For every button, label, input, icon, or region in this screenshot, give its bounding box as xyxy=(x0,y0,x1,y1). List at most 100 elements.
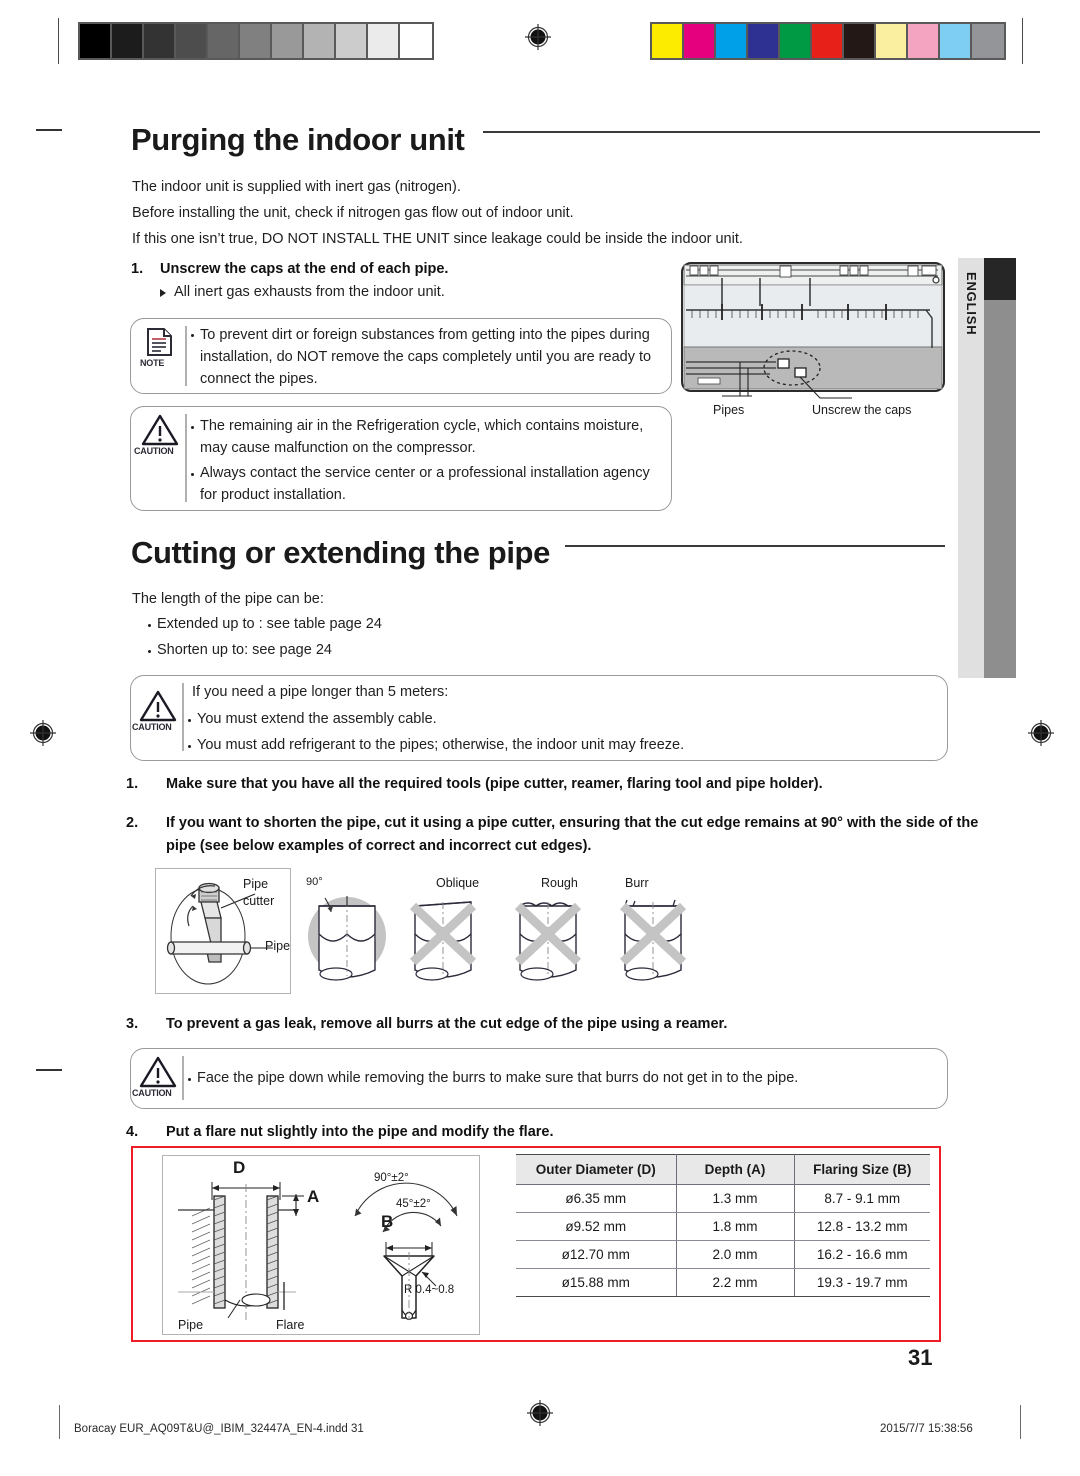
color-swatch-1 xyxy=(684,24,716,58)
intro-line-1: The indoor unit is supplied with inert g… xyxy=(132,179,461,195)
step1-text: Unscrew the caps at the end of each pipe… xyxy=(160,261,449,277)
caution-1-b1-line-1: The remaining air in the Refrigeration c… xyxy=(200,418,644,434)
flare-angle-inner: 45°±2° xyxy=(396,1198,431,1210)
cut-step-1-number: 1. xyxy=(126,776,139,792)
color-swatch-6 xyxy=(844,24,876,58)
color-swatch-9 xyxy=(940,24,972,58)
table-cell-flaring-size: 16.2 - 16.6 mm xyxy=(794,1240,930,1269)
cut-example-oblique xyxy=(403,888,483,995)
caution-2-icon-label: CAUTION xyxy=(132,722,172,732)
caution-box-1-divider xyxy=(185,414,187,502)
footer-filename: Boracay EUR_AQ09T&U@_IBIM_32447A_EN-4.in… xyxy=(74,1423,364,1435)
triangle-bullet-icon xyxy=(160,289,166,297)
table-header-depth: Depth (A) xyxy=(676,1154,795,1185)
footer-timestamp: 2015/7/7 15:38:56 xyxy=(880,1423,973,1435)
title-rule-2 xyxy=(565,545,945,547)
title-rule-1 xyxy=(483,131,1040,133)
page-title-cutting: Cutting or extending the pipe xyxy=(131,535,550,570)
registration-mark-right xyxy=(1028,720,1054,746)
color-swatch-2 xyxy=(716,24,748,58)
cut-step-1-text: Make sure that you have all the required… xyxy=(166,776,823,792)
color-swatch-8 xyxy=(908,24,940,58)
color-calibration-bar xyxy=(650,22,1006,60)
color-swatch-3 xyxy=(748,24,780,58)
cut-step-3-text: To prevent a gas leak, remove all burrs … xyxy=(166,1016,728,1032)
table-cell-depth: 2.0 mm xyxy=(676,1240,795,1269)
color-swatch-4 xyxy=(780,24,812,58)
caution-2-bullet-2-icon xyxy=(188,745,191,748)
table-cell-flaring-size: 8.7 - 9.1 mm xyxy=(794,1184,930,1213)
illustration-label-pipes: Pipes xyxy=(713,403,745,417)
flare-label-pipe: Pipe xyxy=(178,1318,204,1332)
indoor-unit-illustration xyxy=(680,258,950,408)
calibration-tick-right xyxy=(1022,18,1023,64)
caution-3-bullet-icon xyxy=(188,1078,191,1081)
table-cell-depth: 2.2 mm xyxy=(676,1268,795,1297)
caution-1-b2-line-2: for product installation. xyxy=(200,487,346,503)
table-cell-outer-diameter: ø6.35 mm xyxy=(516,1184,677,1213)
table-cell-flaring-size: 12.8 - 13.2 mm xyxy=(794,1212,930,1241)
cut-example-rough xyxy=(508,888,588,995)
cut-label-burr: Burr xyxy=(625,876,649,890)
note-line-3: connect the pipes. xyxy=(200,371,318,387)
flare-angle-outer: 90°±2° xyxy=(374,1172,409,1184)
flare-dimensions-table: Outer Diameter (D) Depth (A) Flaring Siz… xyxy=(516,1154,930,1297)
footer-rule-right xyxy=(1020,1405,1021,1439)
table-row: ø9.52 mm 1.8 mm 12.8 - 13.2 mm xyxy=(516,1212,930,1241)
color-swatch-0 xyxy=(652,24,684,58)
table-cell-depth: 1.8 mm xyxy=(676,1212,795,1241)
registration-mark-top xyxy=(525,24,551,50)
table-row: ø15.88 mm 2.2 mm 19.3 - 19.7 mm xyxy=(516,1268,930,1297)
illustration-label-unscrew-caps: Unscrew the caps xyxy=(812,403,912,417)
flare-diagram xyxy=(170,1160,470,1335)
note-bullet-icon xyxy=(191,334,194,337)
english-tab-mid-block xyxy=(984,300,1016,678)
registration-mark-bottom xyxy=(527,1400,553,1426)
grayscale-swatch-4 xyxy=(208,24,240,58)
label-pipe-cutter-line2: cutter xyxy=(243,894,275,908)
table-row: ø6.35 mm 1.3 mm 8.7 - 9.1 mm xyxy=(516,1184,930,1213)
cut-step-2-line-1: If you want to shorten the pipe, cut it … xyxy=(166,815,979,831)
cut-example-burr xyxy=(613,888,693,995)
note-line-2: installation, do NOT remove the caps com… xyxy=(200,349,652,365)
section2-bullet-2: Shorten up to: see page 24 xyxy=(157,642,332,658)
table-cell-depth: 1.3 mm xyxy=(676,1184,795,1213)
page-title-purging: Purging the indoor unit xyxy=(131,122,465,157)
caution-1-b2-line-1: Always contact the service center or a p… xyxy=(200,465,650,481)
color-swatch-10 xyxy=(972,24,1004,58)
grayscale-swatch-6 xyxy=(272,24,304,58)
caution-box-3-divider xyxy=(182,1056,184,1100)
caution-2-intro: If you need a pipe longer than 5 meters: xyxy=(192,684,449,700)
table-cell-outer-diameter: ø12.70 mm xyxy=(516,1240,677,1269)
flare-label-flare: Flare xyxy=(276,1318,305,1332)
color-swatch-7 xyxy=(876,24,908,58)
manual-page: Purging the indoor unit The indoor unit … xyxy=(0,0,1080,1476)
cut-example-correct xyxy=(303,872,391,995)
table-header-flaring-size: Flaring Size (B) xyxy=(794,1154,930,1185)
section2-bullet-1: Extended up to : see table page 24 xyxy=(157,616,382,632)
step1-substep: All inert gas exhausts from the indoor u… xyxy=(174,284,445,300)
grayscale-swatch-9 xyxy=(368,24,400,58)
grayscale-swatch-7 xyxy=(304,24,336,58)
step1-number: 1. xyxy=(131,261,144,277)
section2-intro: The length of the pipe can be: xyxy=(132,591,324,607)
caution-3-icon-label: CAUTION xyxy=(132,1088,172,1098)
table-cell-flaring-size: 19.3 - 19.7 mm xyxy=(794,1268,930,1297)
caution-1-b1-line-2: may cause malfunction on the compressor. xyxy=(200,440,476,456)
caution-1-bullet-2-icon xyxy=(191,473,194,476)
crop-tick-top-left xyxy=(36,129,62,131)
cut-step-2-line-2: pipe (see below examples of correct and … xyxy=(166,838,592,854)
section2-bullet-2-icon xyxy=(148,650,151,653)
flare-label-d: D xyxy=(233,1158,246,1177)
note-box-divider xyxy=(185,326,187,386)
cut-label-oblique: Oblique xyxy=(436,876,480,890)
cut-step-2-number: 2. xyxy=(126,815,139,831)
grayscale-swatch-3 xyxy=(176,24,208,58)
caution-2-bullet-2: You must add refrigerant to the pipes; o… xyxy=(197,737,685,753)
cut-step-4-number: 4. xyxy=(126,1124,139,1140)
flare-radius-label: R 0.4~0.8 xyxy=(404,1284,455,1296)
footer-rule-left xyxy=(59,1405,60,1439)
grayscale-swatch-0 xyxy=(80,24,112,58)
page-number: 31 xyxy=(908,1345,933,1370)
cut-label-rough: Rough xyxy=(541,876,578,890)
